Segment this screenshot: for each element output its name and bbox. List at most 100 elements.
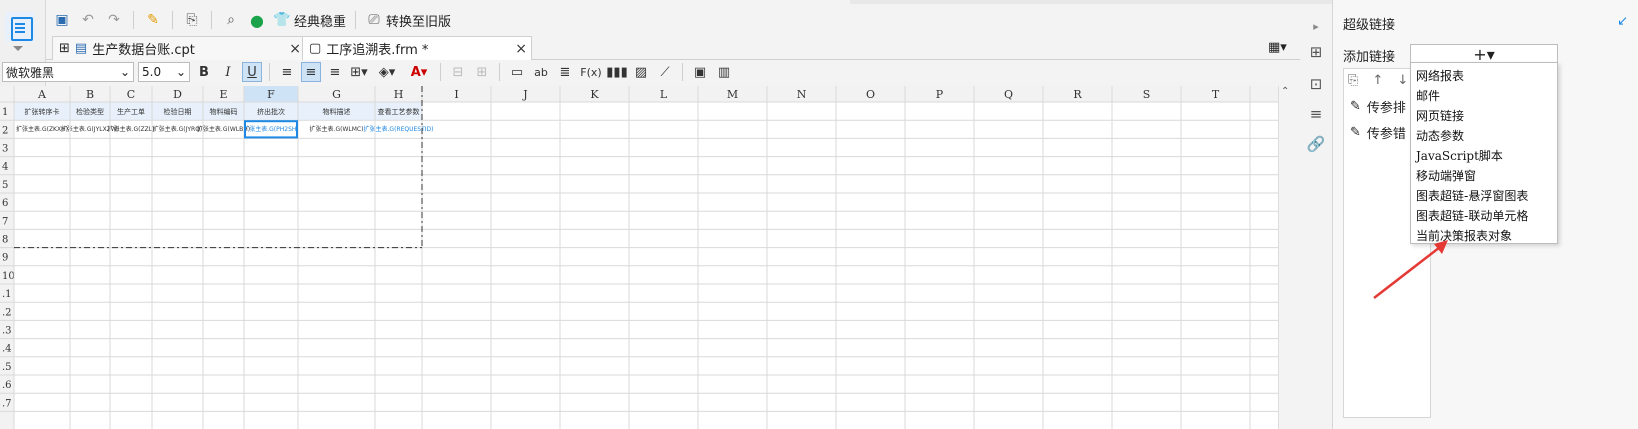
edit-icon[interactable]: ✎ <box>1350 125 1361 140</box>
column-header[interactable]: D <box>173 88 182 101</box>
undo-icon[interactable]: ↶ <box>78 10 98 30</box>
row-header[interactable]: 4 <box>2 162 8 173</box>
menu-item-chart-float[interactable]: 图表超链-悬浮窗图表 <box>1416 187 1528 204</box>
data-cell-text[interactable]: 扩张主表.G(JYRQ) <box>153 125 203 133</box>
insert-row-icon[interactable]: ▭ <box>507 62 527 82</box>
column-header[interactable]: O <box>866 88 875 101</box>
border-icon[interactable]: ⊞▾ <box>349 62 369 82</box>
align-right-icon[interactable]: ≡ <box>325 62 345 82</box>
column-header[interactable]: S <box>1143 88 1151 101</box>
convert-old-version-button[interactable]: ⎚ 转换至旧版 <box>365 10 451 30</box>
tab-production-ledger[interactable]: ⊞ ▤ 生产数据台账.cpt × <box>52 36 306 60</box>
menu-item-javascript[interactable]: JavaScript脚本 <box>1416 147 1503 164</box>
arrow-up-icon[interactable]: ↑ <box>1372 73 1383 88</box>
copy-icon[interactable]: ⎘ <box>1348 73 1358 88</box>
arrow-down-icon[interactable]: ↓ <box>1397 73 1408 88</box>
menu-item-network-report[interactable]: 网络报表 <box>1416 67 1464 84</box>
freeze-icon[interactable]: ▥ <box>714 62 734 82</box>
row-header[interactable]: .5 <box>2 362 12 373</box>
app-logo-icon[interactable] <box>5 12 35 42</box>
row-header[interactable]: .1 <box>2 289 12 300</box>
classic-theme-button[interactable]: 👕 经典稳重 <box>273 10 346 30</box>
column-header[interactable]: T <box>1212 88 1220 101</box>
row-header[interactable]: 2 <box>2 125 8 136</box>
ok-status-icon[interactable]: ● <box>247 10 267 30</box>
tab-process-trace[interactable]: ▢ 工序追溯表.frm * × <box>302 36 532 60</box>
font-family-select[interactable]: 微软雅黑 ⌄ <box>2 62 134 82</box>
row-header[interactable]: .3 <box>2 326 12 337</box>
column-header[interactable]: Q <box>1004 88 1013 101</box>
row-header[interactable]: 7 <box>2 216 8 227</box>
edit-icon[interactable]: ✎ <box>1350 99 1361 114</box>
row-header[interactable]: .4 <box>2 344 12 355</box>
column-header[interactable]: L <box>660 88 668 101</box>
column-header[interactable]: G <box>332 88 341 101</box>
column-header[interactable]: K <box>590 88 599 101</box>
row-header[interactable]: 9 <box>2 253 8 264</box>
column-header[interactable]: P <box>936 88 944 101</box>
row-header[interactable]: 1 <box>2 107 8 118</box>
format-painter-icon[interactable]: ✎ <box>143 10 163 30</box>
formula-button[interactable]: F(x) <box>579 62 603 82</box>
column-header[interactable]: M <box>727 88 738 101</box>
bold-button[interactable]: B <box>194 62 214 82</box>
redo-icon[interactable]: ↷ <box>104 10 124 30</box>
sub-report-icon[interactable]: ▣ <box>690 62 710 82</box>
row-header[interactable]: 5 <box>2 180 8 191</box>
column-header[interactable]: H <box>394 88 404 101</box>
row-header[interactable]: 8 <box>2 235 8 246</box>
font-size-select[interactable]: 5.0 ⌄ <box>138 62 190 82</box>
pin-icon[interactable]: ↙ <box>1617 14 1628 29</box>
data-cell-text[interactable]: 扩张主表.G(WLBH) <box>197 125 250 133</box>
align-left-icon[interactable]: ≡ <box>277 62 297 82</box>
row-header[interactable]: 6 <box>2 198 8 209</box>
data-cell-text[interactable]: 扩张主表.G(REQUESTID) <box>364 125 434 133</box>
widget-icon[interactable]: ≡ <box>1306 104 1326 124</box>
slash-icon[interactable]: ⟋ <box>655 62 675 82</box>
data-cell-text[interactable]: 扩张主表.G(ZZL) <box>108 125 155 133</box>
menu-item-dynamic-param[interactable]: 动态参数 <box>1416 127 1464 144</box>
vertical-scrollbar[interactable]: ⌃ <box>1278 86 1292 429</box>
column-header[interactable]: R <box>1073 88 1082 101</box>
menu-item-chart-linkage[interactable]: 图表超链-联动单元格 <box>1416 207 1528 224</box>
check-icon[interactable]: ⌕ <box>221 10 241 30</box>
save-icon[interactable]: ▣ <box>52 10 72 30</box>
column-header[interactable]: C <box>127 88 135 101</box>
image-icon[interactable]: ▨ <box>631 62 651 82</box>
data-cell-text[interactable]: 扩张主表.G(PH2SH) <box>243 125 299 133</box>
unmerge-cells-icon[interactable]: ⊞ <box>472 62 492 82</box>
data-cell-text[interactable]: 扩张主表.G(WLMC) <box>310 125 364 133</box>
chevron-up-icon[interactable]: ⌃ <box>1281 86 1289 97</box>
add-link-button[interactable]: +▾ <box>1410 44 1558 64</box>
italic-button[interactable]: I <box>218 62 238 82</box>
row-header[interactable]: .6 <box>2 380 12 391</box>
row-header[interactable]: .7 <box>2 398 12 409</box>
chevron-down-icon[interactable] <box>13 46 23 51</box>
close-icon[interactable]: × <box>515 41 527 57</box>
column-header[interactable]: E <box>219 88 227 101</box>
grid-canvas[interactable]: A B C D E F G H I J K L M N O P Q R S T 1 2 3 4 5 6 7 8 9 10 .1 .2 .3 .4.… <box>0 86 1278 429</box>
fill-color-icon[interactable]: ◈▾ <box>373 62 401 82</box>
collapse-arrow-icon[interactable]: ▸ <box>1306 16 1326 36</box>
close-icon[interactable]: × <box>289 41 301 57</box>
preview-icon[interactable]: ⎘ <box>182 10 202 30</box>
row-header[interactable]: 3 <box>2 144 8 155</box>
spreadsheet-grid[interactable]: A B C D E F G H I J K L M N O P Q R S T 1 2 3 4 5 6 7 8 9 10 .1 .2 .3 .4.… <box>0 86 1292 429</box>
menu-item-email[interactable]: 邮件 <box>1416 87 1440 104</box>
row-header[interactable]: 10 <box>2 271 15 282</box>
cell-property-icon[interactable]: ⊞ <box>1306 42 1326 62</box>
column-header[interactable]: F <box>267 88 275 101</box>
menu-item-web-link[interactable]: 网页链接 <box>1416 107 1464 124</box>
data-set-icon[interactable]: ⊡ <box>1306 74 1326 94</box>
rich-text-icon[interactable]: ≣ <box>555 62 575 82</box>
column-header[interactable]: A <box>37 88 47 101</box>
chart-icon[interactable]: ▮▮▮ <box>606 62 627 82</box>
text-button[interactable]: ab <box>531 62 551 82</box>
align-center-icon[interactable]: ≡ <box>301 62 321 82</box>
underline-button[interactable]: U <box>242 62 262 82</box>
column-header[interactable]: B <box>86 88 94 101</box>
row-header[interactable]: .2 <box>2 307 12 318</box>
merge-cells-icon[interactable]: ⊟ <box>448 62 468 82</box>
text-color-icon[interactable]: A▾ <box>405 62 433 82</box>
menu-item-mobile-popup[interactable]: 移动端弹窗 <box>1416 167 1476 184</box>
